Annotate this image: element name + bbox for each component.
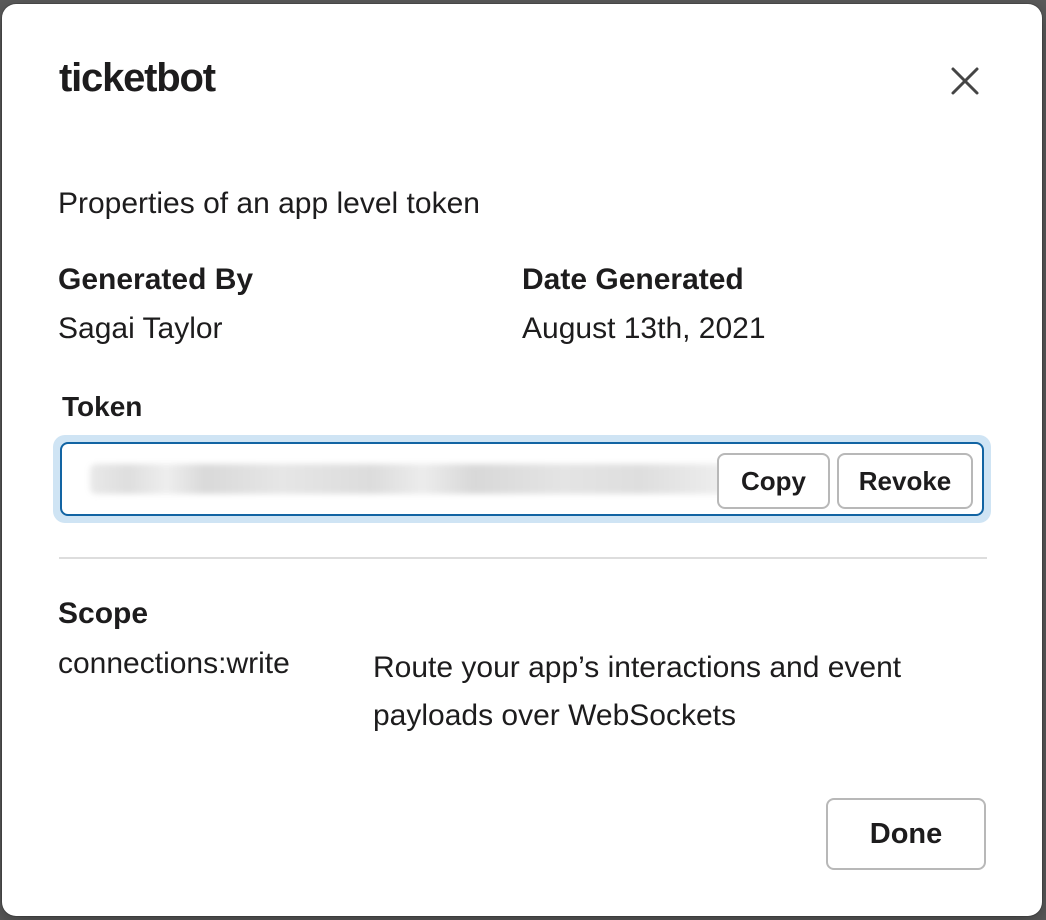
token-input[interactable]: Copy Revoke <box>60 442 984 516</box>
token-field-focus-ring: Copy Revoke <box>53 435 991 523</box>
scope-label: Scope <box>58 597 149 630</box>
token-properties-dialog: ticketbot Properties of an app level tok… <box>2 4 1042 916</box>
dialog-description: Properties of an app level token <box>58 187 480 220</box>
generated-by-value: Sagai Taylor <box>58 312 223 345</box>
date-generated-label: Date Generated <box>522 263 744 296</box>
dialog-title: ticketbot <box>59 56 216 100</box>
generated-by-label: Generated By <box>58 263 254 296</box>
done-button[interactable]: Done <box>826 798 986 870</box>
copy-button[interactable]: Copy <box>717 453 830 509</box>
token-value-redacted <box>90 464 730 494</box>
close-icon <box>951 67 979 95</box>
close-button[interactable] <box>942 58 988 104</box>
token-label: Token <box>62 391 143 422</box>
date-generated-value: August 13th, 2021 <box>522 312 766 345</box>
section-divider <box>59 557 987 559</box>
revoke-button[interactable]: Revoke <box>837 453 973 509</box>
scope-name: connections:write <box>58 647 290 680</box>
scope-description: Route your app’s interactions and event … <box>373 651 902 732</box>
